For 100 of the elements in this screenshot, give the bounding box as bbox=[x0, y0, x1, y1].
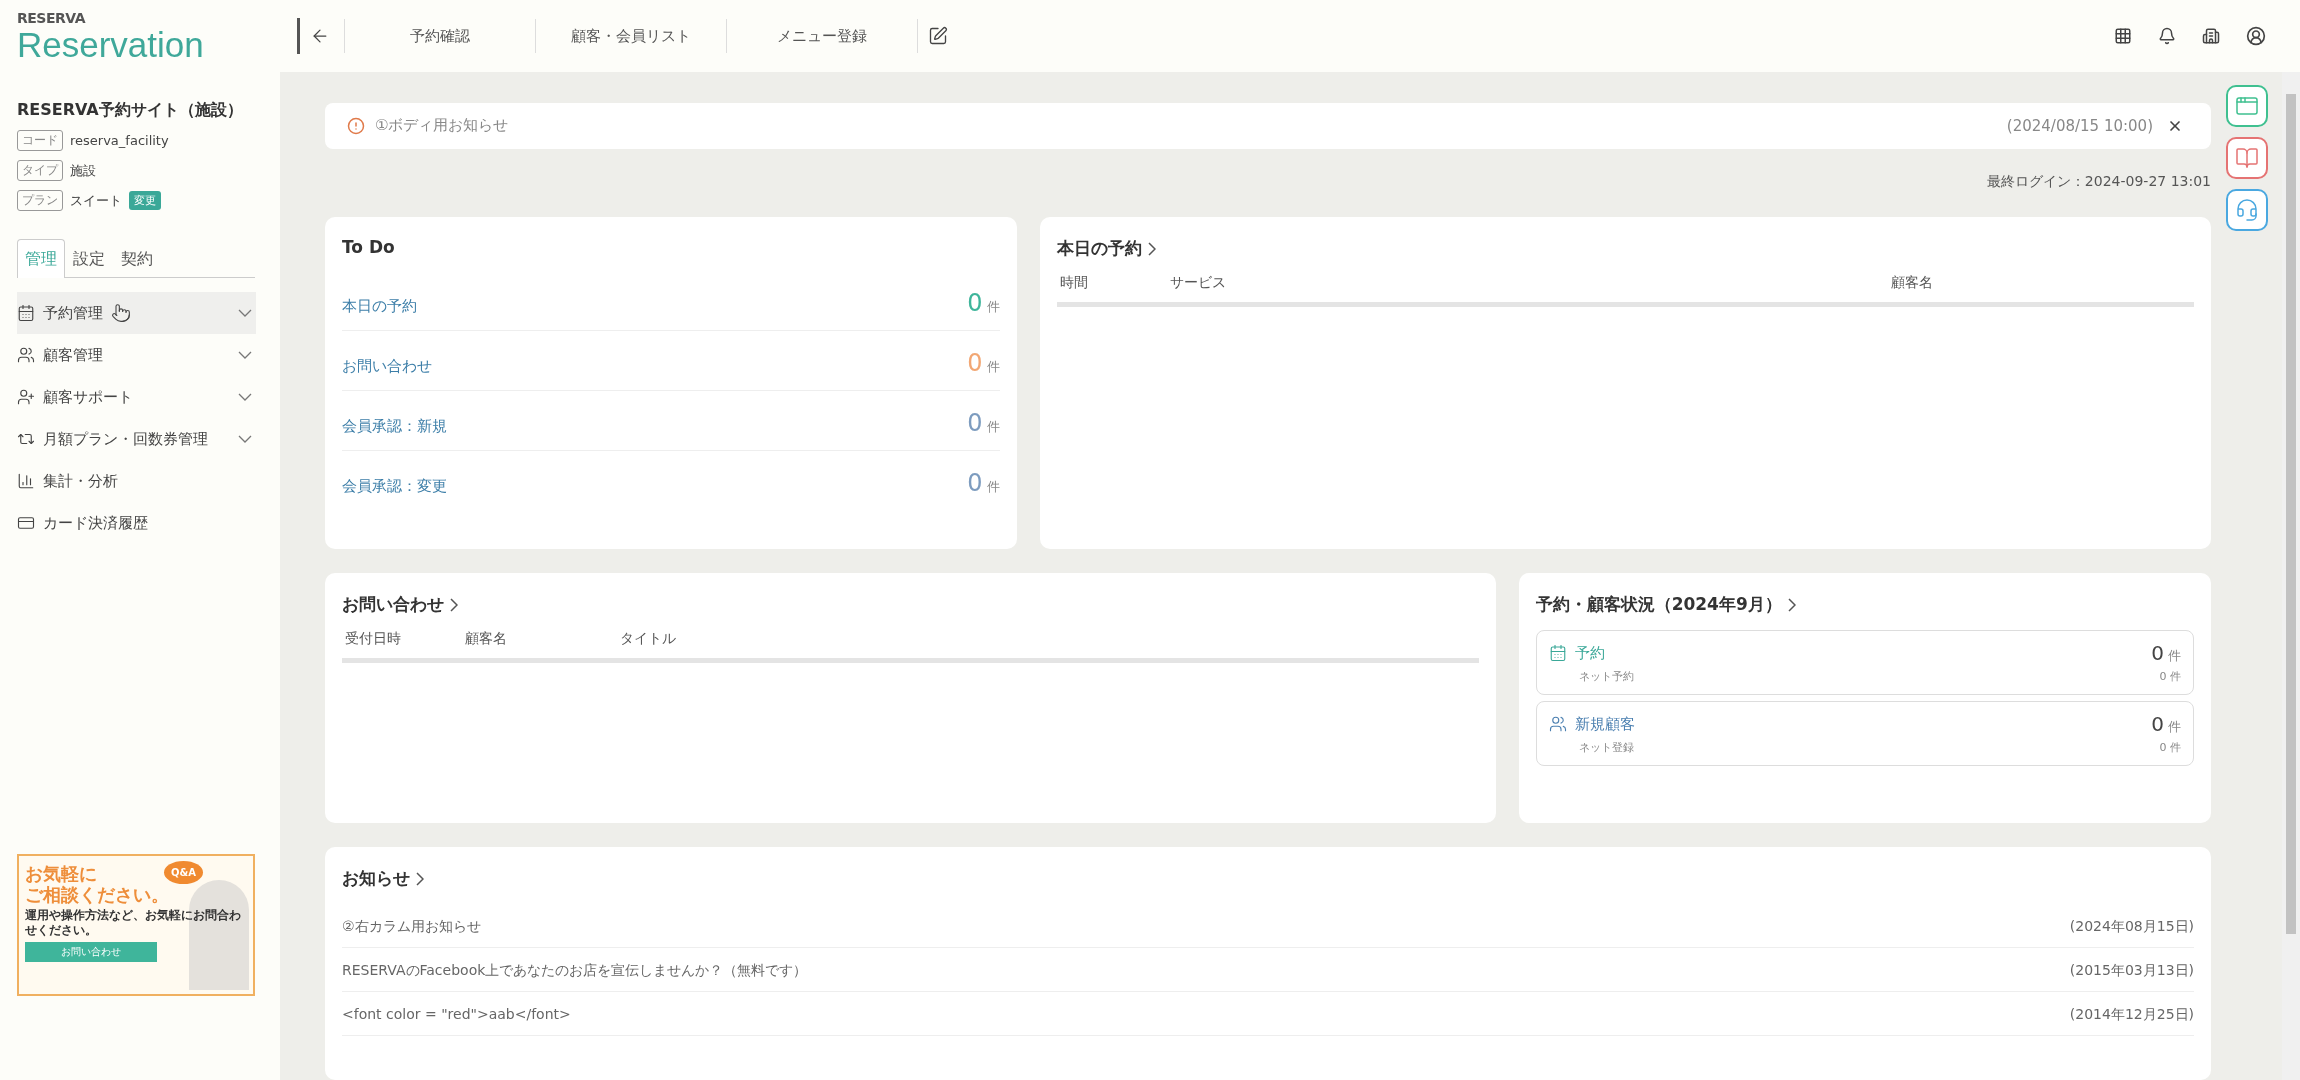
news-title[interactable]: RESERVAのFacebook上であなたのお店を宣伝しませんか？（無料です） bbox=[342, 962, 808, 981]
sidebar-tab[interactable]: 契約 bbox=[113, 239, 161, 278]
status-sub-label: ネット登録 bbox=[1578, 740, 1634, 756]
alert-icon bbox=[347, 116, 365, 135]
info-value: 施設 bbox=[70, 161, 96, 180]
edit-icon bbox=[928, 26, 948, 46]
count-unit: 件 bbox=[986, 479, 1000, 495]
status-box[interactable]: 新規顧客 0 件 ネット登録 0 件 bbox=[1535, 701, 2194, 767]
column-header: 顧客名 bbox=[1891, 274, 1934, 293]
column-header: 顧客名 bbox=[465, 630, 508, 649]
book-icon bbox=[2234, 146, 2259, 170]
help-headset-button[interactable] bbox=[2225, 189, 2268, 231]
news-date: (2014年12月25日) bbox=[2069, 1006, 2194, 1025]
news-date: (2015年03月13日) bbox=[2069, 962, 2194, 981]
nav-item[interactable]: 顧客管理 bbox=[17, 334, 256, 376]
grid-icon bbox=[2114, 27, 2132, 45]
header-link[interactable]: 予約確認 bbox=[345, 25, 535, 47]
card-title[interactable]: 予約・顧客状況（2024年9月） bbox=[1535, 593, 1782, 617]
last-login-text: 最終ログイン：2024-09-27 13:01 bbox=[1986, 172, 2211, 189]
card-title: To Do bbox=[342, 237, 395, 258]
notice-date: (2024/08/15 10:00) bbox=[2006, 116, 2153, 135]
header-link[interactable]: 顧客・会員リスト bbox=[536, 25, 726, 47]
column-header: サービス bbox=[1169, 274, 1227, 293]
bell-icon bbox=[2158, 27, 2176, 45]
status-icon bbox=[1548, 644, 1567, 663]
nav-item[interactable]: 月額プラン・回数券管理 bbox=[17, 418, 256, 460]
count-unit: 件 bbox=[986, 359, 1000, 375]
todo-count: 0 bbox=[967, 409, 983, 438]
notice-text[interactable]: ①ボディ用お知らせ bbox=[375, 116, 1997, 136]
nav-icon bbox=[17, 346, 35, 364]
todo-label[interactable]: 本日の予約 bbox=[342, 297, 417, 317]
chevron-icon bbox=[1787, 597, 1796, 612]
banner-headline: お気軽に bbox=[25, 864, 98, 885]
nav-icon bbox=[17, 472, 35, 490]
building-icon bbox=[2202, 27, 2220, 45]
nav-label: 顧客サポート bbox=[43, 387, 133, 407]
status-count: 0 bbox=[2151, 712, 2164, 737]
news-date: (2024年08月15日) bbox=[2069, 918, 2194, 937]
nav-icon bbox=[17, 514, 35, 532]
todo-count: 0 bbox=[967, 469, 983, 498]
chevron-icon bbox=[238, 309, 252, 317]
todo-count: 0 bbox=[967, 289, 983, 318]
brand-text: RESERVA bbox=[17, 10, 87, 26]
todo-label[interactable]: 会員承認：変更 bbox=[342, 477, 447, 497]
nav-item[interactable]: 集計・分析 bbox=[17, 460, 256, 502]
site-title: RESERVA予約サイト（施設） bbox=[17, 100, 244, 121]
chevron-icon bbox=[1147, 241, 1156, 256]
todo-label[interactable]: お問い合わせ bbox=[342, 357, 432, 377]
nav-label: カード決済履歴 bbox=[43, 513, 148, 533]
banner-text: 運用や操作方法など、お気軽にお問合わせください。 bbox=[25, 908, 242, 939]
chevron-icon bbox=[238, 351, 252, 359]
count-unit: 件 bbox=[986, 299, 1000, 315]
chevron-icon bbox=[238, 393, 252, 401]
chevron-icon bbox=[416, 871, 424, 886]
chevron-icon bbox=[450, 597, 458, 612]
nav-item[interactable]: 予約管理 bbox=[17, 292, 256, 334]
nav-icon bbox=[17, 388, 35, 406]
banner-headline: ご相談ください。 bbox=[25, 884, 170, 906]
hand-cursor-icon bbox=[111, 303, 131, 323]
nav-label: 顧客管理 bbox=[43, 345, 103, 365]
info-tag: コード bbox=[17, 130, 63, 151]
card-title[interactable]: 本日の予約 bbox=[1056, 237, 1142, 261]
count-unit: 件 bbox=[2168, 648, 2181, 664]
status-sub-count: 0 件 bbox=[2159, 669, 2181, 685]
chevron-icon bbox=[238, 435, 252, 443]
nav-label: 月額プラン・回数券管理 bbox=[43, 429, 208, 449]
status-icon bbox=[1548, 715, 1567, 734]
nav-icon bbox=[17, 304, 35, 322]
todo-count: 0 bbox=[967, 349, 983, 378]
headset-icon bbox=[2234, 198, 2259, 222]
status-label: 予約 bbox=[1574, 643, 1606, 663]
logo-text: Reservation bbox=[17, 27, 205, 62]
card-title[interactable]: お知らせ bbox=[342, 867, 410, 891]
user-icon bbox=[2246, 26, 2266, 46]
status-sub-count: 0 件 bbox=[2159, 740, 2181, 756]
info-value: スイート bbox=[70, 191, 122, 210]
todo-label[interactable]: 会員承認：新規 bbox=[342, 417, 447, 437]
count-unit: 件 bbox=[2168, 719, 2181, 735]
card-title[interactable]: お問い合わせ bbox=[342, 593, 444, 617]
nav-item[interactable]: 顧客サポート bbox=[17, 376, 256, 418]
column-header: 時間 bbox=[1059, 274, 1089, 293]
column-header: 受付日時 bbox=[345, 630, 402, 649]
manual-book-button[interactable] bbox=[2225, 137, 2268, 179]
scrollbar[interactable] bbox=[2282, 72, 2300, 1080]
status-count: 0 bbox=[2151, 641, 2164, 666]
column-header: タイトル bbox=[620, 630, 677, 649]
speech-bubble: Q&A bbox=[164, 861, 203, 884]
nav-label: 集計・分析 bbox=[43, 471, 118, 491]
count-unit: 件 bbox=[986, 419, 1000, 435]
nav-item[interactable]: カード決済履歴 bbox=[17, 502, 256, 544]
browser-window-icon bbox=[2234, 94, 2259, 118]
status-box[interactable]: 予約 0 件 ネット予約 0 件 bbox=[1535, 630, 2194, 696]
nav-label: 予約管理 bbox=[43, 303, 103, 323]
status-label: 新規顧客 bbox=[1574, 714, 1636, 734]
info-value: reserva_facility bbox=[70, 133, 169, 148]
news-title[interactable]: ②右カラム用お知らせ bbox=[342, 918, 481, 937]
sidebar-tab[interactable]: 設定 bbox=[65, 239, 113, 278]
status-sub-label: ネット予約 bbox=[1578, 669, 1634, 685]
news-title[interactable]: <font color = "red">aab</font> bbox=[342, 1006, 571, 1025]
header-link[interactable]: メニュー登録 bbox=[727, 25, 917, 47]
